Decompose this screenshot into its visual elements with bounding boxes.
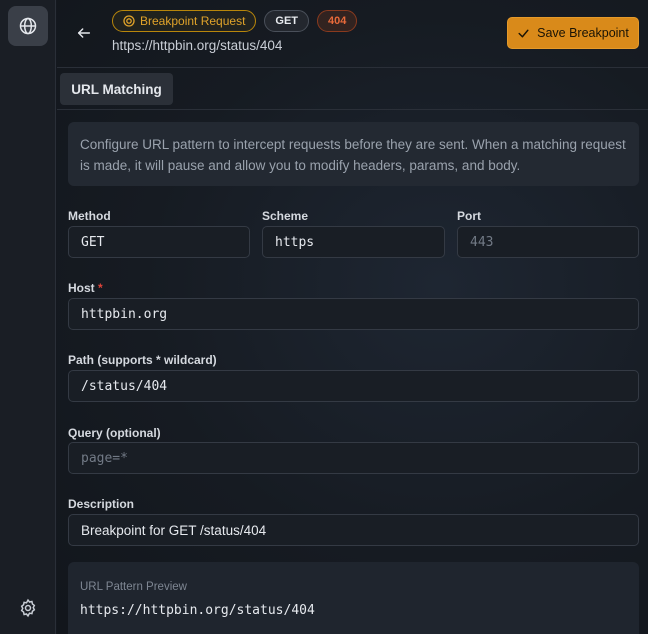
header: Breakpoint Request GET 404 https://httpb… [57,0,648,68]
scheme-input[interactable]: https [262,226,445,258]
scheme-label: Scheme [262,209,309,223]
save-breakpoint-button[interactable]: Save Breakpoint [507,17,639,49]
main-panel: Breakpoint Request GET 404 https://httpb… [57,0,648,634]
path-label: Path (supports * wildcard) [68,353,217,367]
status-badge: 404 [317,10,358,32]
url-pattern-preview: URL Pattern Preview https://httpbin.org/… [68,562,639,634]
side-rail [0,0,56,634]
description-input[interactable]: Breakpoint for GET /status/404 [68,514,639,546]
tab-bar: URL Matching [57,69,648,110]
badge-row: Breakpoint Request GET 404 [112,10,358,32]
method-input[interactable]: GET [68,226,250,258]
breakpoint-icon [123,15,135,27]
method-label: Method [68,209,111,223]
query-input[interactable]: page=* [68,442,639,474]
settings-icon [20,598,36,618]
back-arrow-icon [77,28,91,38]
port-input[interactable]: 443 [457,226,639,258]
breakpoint-badge-label: Breakpoint Request [140,14,246,28]
globe-icon [19,17,37,35]
globe-nav-button[interactable] [8,6,48,46]
preview-label: URL Pattern Preview [80,581,187,593]
host-label-text: Host [68,281,95,295]
check-icon [518,29,529,37]
method-badge: GET [264,10,310,32]
preview-url: https://httpbin.org/status/404 [80,603,315,618]
port-label: Port [457,209,481,223]
request-url: https://httpbin.org/status/404 [112,38,283,53]
description-label: Description [68,497,135,511]
required-mark: * [98,281,103,295]
path-input[interactable]: /status/404 [68,370,639,402]
info-message: Configure URL pattern to intercept reque… [68,122,639,186]
tab-url-matching[interactable]: URL Matching [60,73,173,105]
query-label: Query (optional) [68,426,161,440]
host-label: Host * [68,281,103,295]
breakpoint-badge: Breakpoint Request [112,10,257,32]
host-input[interactable]: httpbin.org [68,298,639,330]
back-button[interactable] [73,22,95,44]
save-breakpoint-label: Save Breakpoint [537,26,629,40]
settings-button[interactable] [8,588,48,628]
